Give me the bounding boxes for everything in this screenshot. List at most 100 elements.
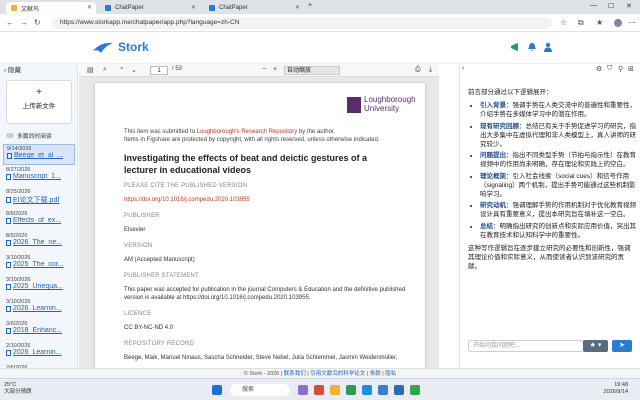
footer-link-privacy[interactable]: 隐私 — [385, 371, 396, 377]
file-link[interactable]: 2018_Enhanc... — [6, 327, 72, 334]
footer-link-terms[interactable]: 条款 — [370, 371, 381, 377]
download-icon[interactable]: ⤓ — [429, 66, 432, 74]
list-item[interactable]: 8/25/2026 EI论文下载.pdf — [3, 188, 75, 209]
bell-icon[interactable] — [527, 42, 537, 52]
system-clock[interactable]: 19:48 2026/9/14 — [604, 382, 628, 396]
file-link[interactable]: Effects_of_ex... — [6, 217, 72, 224]
folder-icon[interactable] — [330, 385, 340, 395]
zoom-in-icon[interactable]: + — [273, 66, 277, 73]
user-icon[interactable] — [543, 42, 553, 52]
wechat-icon[interactable] — [410, 385, 420, 395]
file-link[interactable]: Manuscript_1... — [6, 173, 72, 180]
star-icon[interactable]: ☆ — [560, 18, 567, 27]
file-name: Manuscript_1... — [13, 173, 61, 180]
document-icon — [6, 197, 11, 203]
close-icon[interactable]: ✕ — [87, 4, 92, 11]
edge-browser-icon[interactable] — [362, 385, 372, 395]
pdf-viewer[interactable]: Loughborough University This item was su… — [79, 77, 439, 368]
pin-icon[interactable]: ⚲ — [618, 65, 623, 73]
maximize-icon[interactable]: ☐ — [608, 2, 614, 10]
list-item[interactable]: 8/5/2026 2026_The_ne... — [3, 232, 75, 253]
close-icon[interactable]: ✕ — [295, 4, 300, 11]
send-button[interactable]: ➤ — [612, 340, 632, 352]
file-link[interactable]: 2026_The_ne... — [6, 239, 72, 246]
back-icon[interactable]: ← — [6, 18, 14, 27]
profile-avatar[interactable] — [614, 19, 622, 27]
bookmark-icon[interactable]: ⛉ — [607, 65, 612, 73]
page-number-input[interactable]: 1 — [150, 66, 168, 75]
app-icon[interactable] — [378, 385, 388, 395]
settings-icon[interactable]: ⚙ — [596, 65, 602, 73]
browser-tab[interactable]: ChatPaper ✕ — [100, 2, 200, 14]
taskbar-search[interactable]: 搜索 — [230, 384, 290, 396]
file-name: 2026_Learnin... — [13, 305, 62, 312]
reload-icon[interactable]: ↻ — [34, 18, 41, 27]
app-icon[interactable] — [314, 385, 324, 395]
favorites-icon[interactable]: ★ — [596, 18, 603, 27]
summary-item: 研究动机：强调理解手势的作用机制对于优化教育视频设计具有重要意义，提出本研究旨在… — [480, 201, 636, 219]
list-item[interactable]: 3/10/2026 2026_Learnin... — [3, 298, 75, 319]
list-item[interactable]: 3/10/2026 2025_Unequa... — [3, 276, 75, 297]
extensions-icon[interactable]: ⧉ — [578, 18, 584, 28]
clock-time: 19:48 — [614, 382, 628, 388]
print-icon[interactable]: ⎙ — [415, 66, 421, 74]
list-item[interactable]: 9/14/2026 Beege_et_al_... — [3, 144, 75, 165]
app-icon[interactable] — [298, 385, 308, 395]
app-icon[interactable] — [346, 385, 356, 395]
tab-favicon-icon — [105, 5, 111, 11]
os-taskbar: 25°C 大部分晴朗 搜索 19:48 2026/9/14 — [0, 378, 640, 400]
list-item[interactable]: 8/27/2026 Manuscript_1... — [3, 166, 75, 187]
sidebar-toggle-icon[interactable]: ▤ — [87, 66, 94, 74]
word-icon[interactable] — [394, 385, 404, 395]
list-item[interactable]: 2/10/2026 2026_Learnin... — [3, 342, 75, 363]
url-input[interactable]: https://www.storkapp.me/chatpaper/app.ph… — [52, 17, 552, 29]
find-icon[interactable]: ⌕ — [103, 66, 107, 74]
forward-icon[interactable]: → — [20, 18, 28, 27]
next-page-icon[interactable]: ⌄ — [131, 66, 137, 74]
new-tab-icon[interactable]: + — [308, 2, 312, 9]
stork-logo[interactable]: Stork — [92, 40, 149, 54]
repository-link[interactable]: Loughborough's Research Repository — [197, 129, 298, 135]
file-name: EI论文下载.pdf — [13, 197, 60, 204]
file-link[interactable]: 2026_Learnin... — [6, 349, 72, 356]
file-name: 2026_Learnin... — [13, 349, 62, 356]
file-link[interactable]: 2026_Learnin... — [6, 305, 72, 312]
close-icon[interactable]: ✕ — [191, 4, 196, 11]
weather-widget[interactable]: 25°C 大部分晴朗 — [4, 382, 32, 396]
footer-link-contact[interactable]: 联系我们 — [284, 371, 306, 377]
chat-input[interactable]: 开始问我问题吧... — [468, 340, 584, 352]
grid-icon[interactable]: ⊞ — [628, 65, 634, 73]
megaphone-icon[interactable] — [510, 42, 520, 52]
prev-page-icon[interactable]: ⌃ — [119, 66, 125, 74]
record-heading: REPOSITORY RECORD — [124, 341, 195, 347]
zoom-select[interactable]: 自动缩放 — [284, 66, 340, 75]
document-icon — [6, 305, 11, 312]
footer-link-cite[interactable]: 引用文献鸟的科学论文 — [310, 371, 365, 377]
prompt-menu-button[interactable]: ★ ▾ — [583, 340, 608, 352]
file-link[interactable]: 2025_Unequa... — [6, 283, 72, 290]
file-link[interactable]: Beege_et_al_... — [7, 152, 71, 159]
minimize-icon[interactable]: — — [590, 2, 597, 9]
list-item[interactable]: 3/10/2026 2025_The_cor... — [3, 254, 75, 275]
browser-tab[interactable]: ChatPaper ✕ — [204, 2, 304, 14]
app-name: Stork — [118, 40, 149, 54]
multi-read-toggle[interactable]: 多篇同时阅读 — [6, 131, 52, 140]
list-item[interactable]: 3/6/2026 2018_Enhanc... — [3, 320, 75, 341]
document-icon — [7, 152, 12, 159]
chevron-left-icon[interactable]: ‹ — [462, 65, 464, 72]
licence-value: CC BY-NC-ND 4.0 — [124, 325, 174, 331]
zoom-out-icon[interactable]: − — [262, 66, 266, 73]
windows-start-icon[interactable] — [212, 385, 222, 395]
doi-link[interactable]: https://doi.org/10.1016/j.compedu.2020.1… — [124, 196, 414, 204]
pdf-page: Loughborough University This item was su… — [95, 83, 425, 368]
file-link[interactable]: 2025_The_cor... — [6, 261, 72, 268]
file-link[interactable]: EI论文下载.pdf — [6, 195, 72, 205]
close-window-icon[interactable]: ✕ — [626, 2, 632, 10]
summary-content: 前言部分通过以下逻辑展开： 引入背景：强调手势在人类交流中的普遍性和重要性，介绍… — [468, 88, 636, 272]
cite-heading: PLEASE CITE THE PUBLISHED VERSION — [124, 183, 248, 189]
hide-sidebar-button[interactable]: ‹ 隐藏 — [4, 64, 21, 74]
upload-new-file-button[interactable]: + 上传新文件 — [6, 80, 72, 124]
more-icon[interactable]: ⋯ — [628, 18, 636, 27]
browser-tab[interactable]: 文献鸟 ✕ — [6, 2, 96, 14]
list-item[interactable]: 8/6/2026 Effects_of_ex... — [3, 210, 75, 231]
